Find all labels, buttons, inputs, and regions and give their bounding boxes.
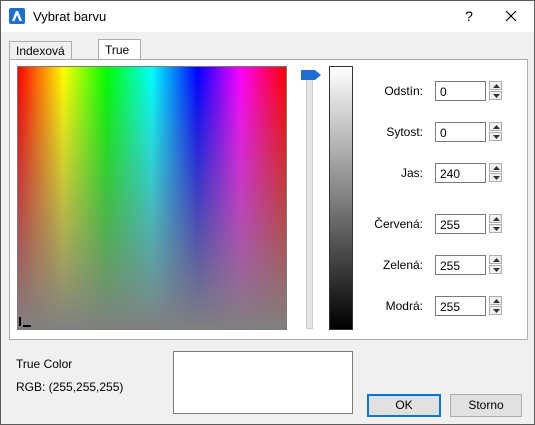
crosshair-horizontal: [23, 325, 31, 327]
saturation-input[interactable]: 0: [435, 122, 486, 142]
saturation-spin-up[interactable]: [489, 122, 502, 131]
color-dialog-window: Vybrat barvu ? Indexová barva True Color…: [0, 0, 535, 425]
crosshair-vertical: [19, 317, 21, 326]
color-mode-label: True Color: [16, 357, 73, 371]
arrow-up-icon: [493, 125, 500, 129]
luminance-spin-up[interactable]: [489, 163, 502, 172]
arrow-up-icon: [493, 299, 500, 303]
luminance-slider-thumb[interactable]: [301, 69, 321, 80]
blue-spin-up[interactable]: [489, 296, 502, 305]
blue-label: Modrá:: [385, 299, 423, 313]
rgb-value-label: RGB: (255,255,255): [16, 380, 124, 394]
blue-input[interactable]: 255: [435, 296, 486, 316]
arrow-down-icon: [493, 309, 500, 313]
hue-spin-down[interactable]: [489, 91, 502, 100]
hue-spinner[interactable]: [489, 81, 502, 101]
help-button[interactable]: ?: [449, 1, 489, 32]
tab-index-color[interactable]: Indexová barva: [9, 41, 72, 76]
close-button[interactable]: [489, 1, 534, 32]
saturation-spin-down[interactable]: [489, 132, 502, 141]
luminance-label: Jas:: [400, 166, 423, 180]
saturation-label: Sytost:: [386, 125, 423, 139]
window-title: Vybrat barvu: [33, 9, 107, 24]
title-bar: Vybrat barvu ?: [1, 1, 534, 32]
luminance-input[interactable]: 240: [435, 163, 486, 183]
saturation-spinner[interactable]: [489, 122, 502, 142]
blue-spin-down[interactable]: [489, 306, 502, 315]
tab-true-color[interactable]: True Color: [98, 39, 141, 77]
arrow-down-icon: [493, 176, 500, 180]
color-preview-swatch: [173, 351, 353, 414]
green-input[interactable]: 255: [435, 255, 486, 275]
color-picker-crosshair[interactable]: [19, 317, 31, 327]
green-spinner[interactable]: [489, 255, 502, 275]
red-input[interactable]: 255: [435, 214, 486, 234]
arrow-down-icon: [493, 268, 500, 272]
green-spin-up[interactable]: [489, 255, 502, 264]
blue-spinner[interactable]: [489, 296, 502, 316]
luminance-spinner[interactable]: [489, 163, 502, 183]
cancel-button[interactable]: Storno: [450, 394, 522, 417]
arrow-up-icon: [493, 166, 500, 170]
red-spin-down[interactable]: [489, 224, 502, 233]
ok-button[interactable]: OK: [367, 394, 441, 417]
close-icon: [505, 10, 517, 22]
green-spin-down[interactable]: [489, 265, 502, 274]
luminance-gradient-bar[interactable]: [329, 66, 353, 330]
arrow-down-icon: [493, 94, 500, 98]
app-logo-icon: [9, 8, 25, 24]
green-label: Zelená:: [382, 258, 423, 272]
luminance-slider-track[interactable]: [306, 79, 313, 329]
arrow-up-icon: [493, 84, 500, 88]
arrow-down-icon: [493, 227, 500, 231]
arrow-up-icon: [493, 258, 500, 262]
red-label: Červená:: [374, 217, 423, 231]
hue-label: Odstín:: [384, 84, 423, 98]
red-spin-up[interactable]: [489, 214, 502, 223]
hue-spin-up[interactable]: [489, 81, 502, 90]
arrow-up-icon: [493, 217, 500, 221]
red-spinner[interactable]: [489, 214, 502, 234]
arrow-down-icon: [493, 135, 500, 139]
hue-input[interactable]: 0: [435, 81, 486, 101]
luminance-spin-down[interactable]: [489, 173, 502, 182]
hue-saturation-spectrum[interactable]: [17, 66, 287, 330]
